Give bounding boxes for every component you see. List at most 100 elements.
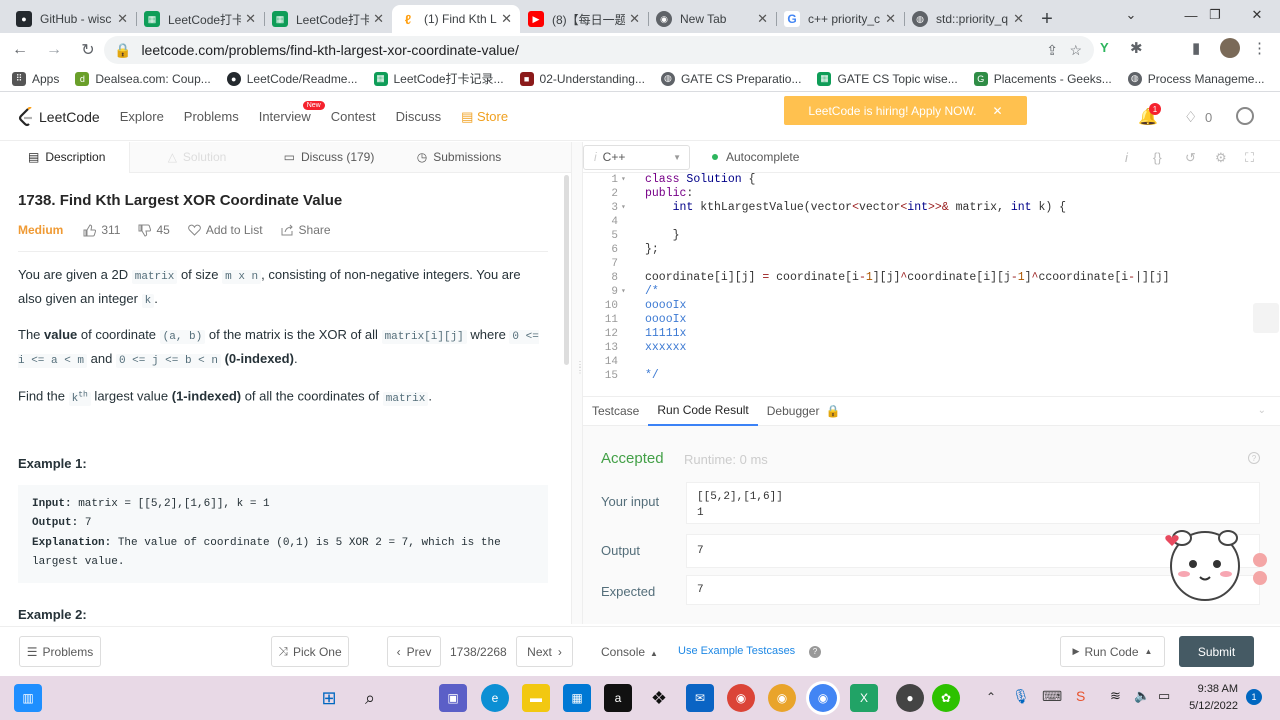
wechat-icon[interactable]: ✿ (932, 684, 960, 712)
side-panel-toggle[interactable] (1253, 303, 1279, 333)
tab-search-icon[interactable]: ⌄ (1108, 0, 1154, 30)
browser-tab[interactable]: ▦ LeetCode打卡 ✕ (264, 5, 392, 33)
hiring-banner[interactable]: LeetCode is hiring! Apply NOW. ✕ (784, 96, 1027, 125)
bookmark-item[interactable]: G Placements - Geeks... (973, 71, 1112, 86)
close-tab-icon[interactable]: ✕ (757, 11, 768, 27)
nav-interview[interactable]: Interview New (259, 101, 325, 124)
prev-button[interactable]: ‹ Prev (387, 636, 441, 667)
back-icon[interactable]: ← (6, 36, 34, 64)
new-tab-button[interactable]: + (1032, 5, 1062, 33)
tab-solution[interactable]: △ Solution (130, 142, 264, 173)
edge-icon[interactable]: e (481, 684, 509, 712)
close-tab-icon[interactable]: ✕ (1013, 11, 1024, 27)
browser-tab-active[interactable]: ℓ (1) Find Kth L ✕ (392, 5, 520, 33)
tab-debugger[interactable]: Debugger 🔒 (758, 396, 850, 426)
volume-icon[interactable]: 🔈 (1134, 688, 1150, 704)
obs-icon[interactable]: ● (896, 684, 924, 712)
help-icon[interactable]: ? (809, 646, 821, 658)
battery-icon[interactable]: ▭ (1158, 688, 1170, 704)
tab-description[interactable]: ▤ Description (0, 141, 130, 173)
close-tab-icon[interactable]: ✕ (629, 11, 640, 27)
pick-one-button[interactable]: ⤨ Pick One (271, 636, 349, 667)
info-icon[interactable]: i (1125, 150, 1128, 165)
wifi-icon[interactable]: ≋ (1110, 688, 1121, 704)
teams-icon[interactable]: ▣ (439, 684, 467, 712)
bookmark-item[interactable]: ▦ GATE CS Topic wise... (817, 71, 958, 86)
bookmark-item[interactable]: ▦ LeetCode打卡记录... (373, 70, 504, 87)
browser-tab[interactable]: ▦ LeetCode打卡 ✕ (136, 5, 264, 33)
bookmark-item[interactable]: ◍ Process Manageme... (1127, 71, 1264, 86)
bookmark-item[interactable]: d Dealsea.com: Coup... (75, 71, 211, 86)
nav-discuss[interactable]: Discuss (396, 109, 442, 124)
start-icon[interactable]: ⊞ (315, 684, 343, 712)
bookmark-item[interactable]: ■ 02-Understanding... (519, 71, 645, 86)
bookmark-item[interactable]: ● LeetCode/Readme... (226, 71, 358, 86)
console-toggle[interactable]: Console ▲ (601, 645, 658, 659)
run-code-button[interactable]: ▶ Run Code ▲ (1060, 636, 1165, 667)
bookmark-item[interactable]: ◍ GATE CS Preparatio... (660, 71, 801, 86)
settings-icon[interactable]: ⚙ (1215, 150, 1227, 166)
code-editor[interactable]: 1 ▾ class Solution { 2 public: 3 ▾ int kthLa… (583, 173, 1280, 385)
reset-icon[interactable]: ↺ (1185, 150, 1196, 166)
amazon-icon[interactable]: a (604, 684, 632, 712)
browser-tab[interactable]: ● GitHub - wisc ✕ (8, 5, 136, 33)
tab-discuss[interactable]: ▭ Discuss (179) (264, 142, 394, 173)
forward-icon[interactable]: → (40, 36, 68, 64)
dropbox-icon[interactable]: ❖ (645, 684, 673, 712)
add-to-list-button[interactable]: Add to List (188, 223, 263, 237)
microphone-icon[interactable]: 🎙 (1012, 688, 1030, 705)
store-icon[interactable]: ▦ (563, 684, 591, 712)
restore-icon[interactable]: ❐ (1192, 0, 1238, 30)
bookmark-star-icon[interactable]: ☆ (1069, 42, 1082, 59)
close-tab-icon[interactable]: ✕ (373, 11, 384, 27)
close-tab-icon[interactable]: ✕ (885, 11, 896, 27)
share-icon[interactable]: ⇪ (1046, 42, 1058, 59)
user-avatar-icon[interactable] (1236, 107, 1254, 125)
address-bar[interactable]: 🔒 leetcode.com/problems/find-kth-largest… (104, 36, 1094, 64)
coin-icon[interactable]: ♢ (1184, 108, 1197, 126)
puzzle-icon[interactable]: ✱ (1130, 39, 1143, 57)
braces-icon[interactable]: {} (1153, 150, 1162, 165)
dislike-button[interactable]: 45 (138, 223, 170, 237)
tab-submissions[interactable]: ◷ Submissions (394, 142, 524, 173)
fullscreen-icon[interactable]: ⛶ (1245, 150, 1254, 166)
app-tray-icon[interactable]: S (1076, 688, 1085, 704)
browser-tab[interactable]: ◍ std::priority_q ✕ (904, 5, 1032, 33)
collapse-icon[interactable]: ⌄ (1258, 405, 1266, 416)
chrome-canary-icon[interactable]: ◉ (768, 684, 796, 712)
menu-icon[interactable]: ⋮ (1252, 39, 1267, 57)
nav-store[interactable]: ▤ Store (461, 109, 508, 125)
description-scrollbar[interactable] (564, 175, 569, 365)
submit-button[interactable]: Submit (1179, 636, 1254, 667)
share-button[interactable]: Share (281, 223, 331, 237)
close-tab-icon[interactable]: ✕ (501, 11, 512, 27)
widgets-icon[interactable]: ▥ (14, 684, 42, 712)
close-tab-icon[interactable]: ✕ (245, 11, 256, 27)
browser-tab[interactable]: Gc++ priority_c ✕ (776, 5, 904, 33)
bookmark-item[interactable]: ⠿ Apps (12, 71, 59, 86)
leetcode-logo[interactable]: LeetCode (18, 106, 100, 127)
nav-explore[interactable]: Explore (120, 109, 164, 124)
close-tab-icon[interactable]: ✕ (117, 11, 128, 27)
nav-contest[interactable]: Contest (331, 109, 376, 124)
close-banner-icon[interactable]: ✕ (993, 104, 1003, 118)
profile-avatar[interactable] (1220, 38, 1240, 58)
help-icon[interactable]: ? (1248, 452, 1260, 464)
panel-splitter[interactable]: ⋮ ⋮ (571, 142, 584, 624)
system-clock[interactable]: 9:38 AM 5/12/2022 (1186, 681, 1238, 715)
reload-icon[interactable]: ↻ (74, 36, 102, 64)
extension-icon[interactable]: Y (1100, 40, 1118, 58)
language-select[interactable]: i C++ ▼ (583, 144, 690, 170)
file-explorer-icon[interactable]: ▬ (522, 684, 550, 712)
close-window-icon[interactable]: ✕ (1234, 0, 1280, 30)
keyboard-icon[interactable]: ⌨ (1042, 688, 1062, 705)
excel-icon[interactable]: X (850, 684, 878, 712)
chrome-icon[interactable]: ◉ (727, 684, 755, 712)
like-button[interactable]: 311 (83, 223, 120, 237)
sidepanel-icon[interactable]: ▮ (1192, 39, 1200, 57)
nav-problems[interactable]: Problems (184, 109, 239, 124)
problems-list-button[interactable]: ☰ Problems (19, 636, 101, 667)
next-button[interactable]: Next › (516, 636, 573, 667)
browser-tab[interactable]: ◉ New Tab ✕ (648, 5, 776, 33)
chrome-active-icon[interactable]: ◉ (809, 684, 837, 712)
